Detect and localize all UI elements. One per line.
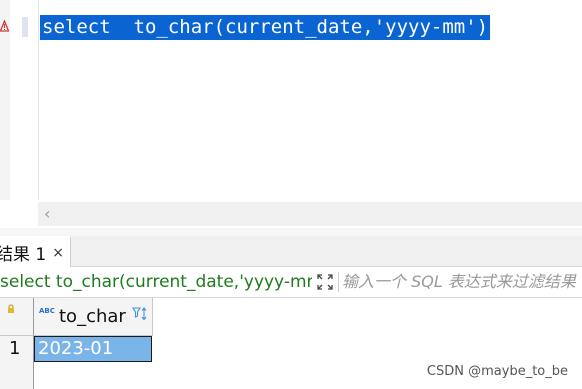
watermark: CSDN @maybe_to_be <box>426 364 568 379</box>
filter-bar: select to_char(current_date,'yyyy-mm') <box>0 267 582 298</box>
warning-triangle-icon <box>0 20 9 32</box>
current-line-marker <box>22 17 28 37</box>
lock-icon <box>8 304 14 313</box>
gutter-divider <box>38 0 39 200</box>
filter-divider <box>338 272 339 292</box>
close-icon[interactable]: × <box>52 246 64 260</box>
text-type-icon: ABC <box>39 307 55 315</box>
row-number-gutter <box>0 362 34 389</box>
chevron-left-icon[interactable]: ‹ <box>44 204 50 224</box>
row-number-label: 1 <box>9 338 21 359</box>
results-tab-bar: 结果 1 × <box>0 236 582 267</box>
tab-results-1[interactable]: 结果 1 × <box>0 236 71 267</box>
expand-icon[interactable] <box>316 273 334 291</box>
column-header-to-char[interactable]: ABC to_char <box>34 298 153 336</box>
code-line-1[interactable]: select to_char(current_date,'yyyy-mm') <box>40 15 491 40</box>
panel-splitter[interactable] <box>0 228 582 236</box>
filter-input[interactable] <box>342 267 582 297</box>
cell-value: 2023-01 <box>38 338 114 359</box>
query-text: select to_char(current_date,'yyyy-mm') <box>0 272 312 292</box>
horizontal-scrollbar[interactable]: ‹ <box>38 202 582 226</box>
grid-corner[interactable] <box>0 298 34 336</box>
tab-label: 结果 1 <box>0 245 47 265</box>
filter-sort-icon[interactable] <box>132 306 148 322</box>
column-name: to_char <box>59 306 126 327</box>
sql-editor[interactable]: select to_char(current_date,'yyyy-mm') ‹ <box>0 0 582 228</box>
row-number[interactable]: 1 <box>0 336 34 362</box>
table-cell-selected[interactable]: 2023-01 <box>34 336 152 362</box>
